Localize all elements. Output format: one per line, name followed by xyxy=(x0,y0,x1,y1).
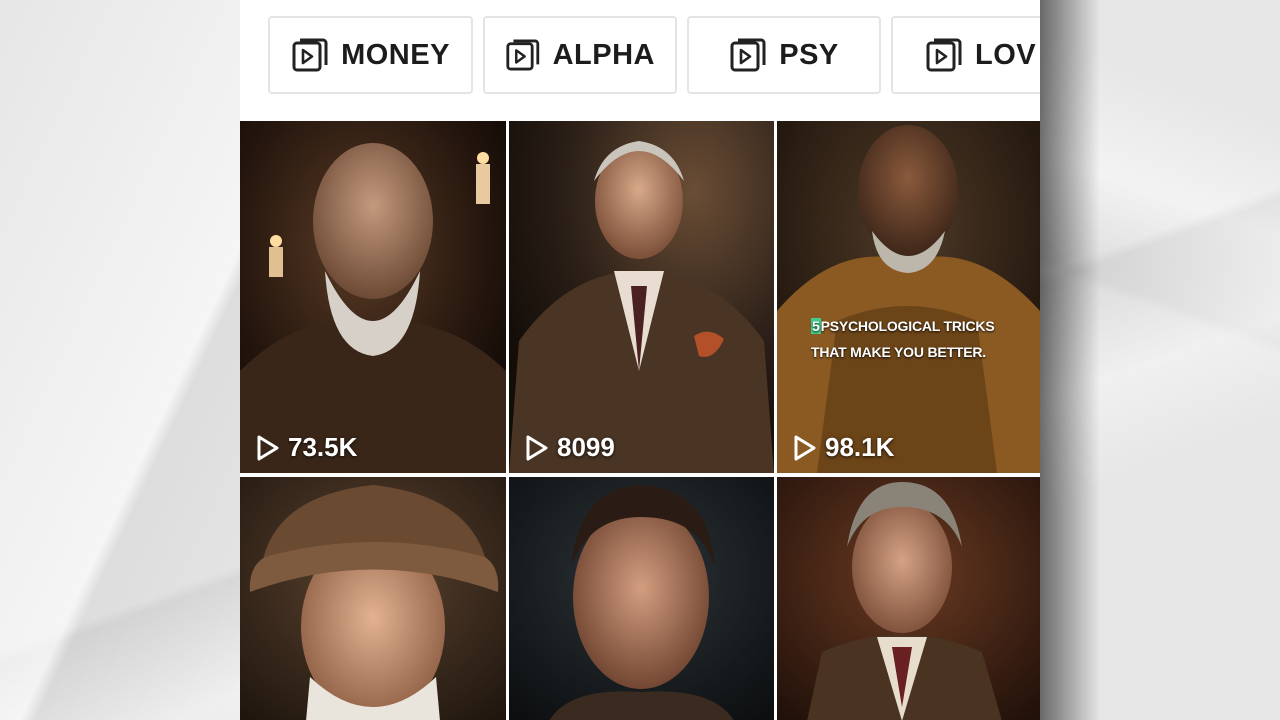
video-thumbnail-2 xyxy=(509,121,774,473)
chip-love-label: LOV xyxy=(975,38,1037,71)
video-tile-3[interactable]: 5PSYCHOLOGICAL TRICKS THAT MAKE YOU BETT… xyxy=(777,121,1040,473)
play-icon xyxy=(794,435,816,460)
category-chip-row: MONEY ALPHA PSY LOV xyxy=(268,16,1040,96)
play-square-icon xyxy=(292,38,328,72)
video-thumbnail-4 xyxy=(240,477,506,720)
play-icon xyxy=(526,435,548,460)
caption-highlight: 5 xyxy=(811,318,821,334)
play-square-icon xyxy=(506,39,540,71)
phone-shadow xyxy=(1040,0,1100,720)
chip-psy[interactable]: PSY xyxy=(687,16,881,94)
chip-love[interactable]: LOV xyxy=(891,16,1040,94)
view-count-value: 73.5K xyxy=(288,432,358,462)
play-square-icon xyxy=(730,38,766,72)
caption-line-1: 5PSYCHOLOGICAL TRICKS xyxy=(811,313,995,339)
video-tile-2[interactable]: 8099 xyxy=(509,121,774,473)
play-icon xyxy=(257,435,279,460)
video-tile-6[interactable] xyxy=(777,477,1040,720)
video-thumbnail-5 xyxy=(509,477,774,720)
play-square-icon xyxy=(926,38,962,72)
video-thumbnail-1 xyxy=(240,121,506,473)
video-tile-1[interactable]: 73.5K xyxy=(240,121,506,473)
chip-alpha[interactable]: ALPHA xyxy=(483,16,677,94)
view-count-value: 98.1K xyxy=(825,432,895,462)
view-count: 8099 xyxy=(525,432,615,463)
chip-money[interactable]: MONEY xyxy=(268,16,473,94)
phone-screen: MONEY ALPHA PSY LOV 73.5K 8099 5PSYCHOLO… xyxy=(240,0,1040,720)
caption-line-1-text: PSYCHOLOGICAL TRICKS xyxy=(820,318,995,334)
video-tile-5[interactable] xyxy=(509,477,774,720)
chip-money-label: MONEY xyxy=(341,38,450,71)
video-grid: 73.5K 8099 5PSYCHOLOGICAL TRICKS THAT MA… xyxy=(240,121,1040,720)
view-count: 73.5K xyxy=(256,432,357,463)
view-count-value: 8099 xyxy=(557,432,615,462)
view-count: 98.1K xyxy=(793,432,894,463)
video-thumbnail-3 xyxy=(777,121,1040,473)
chip-psy-label: PSY xyxy=(779,38,839,71)
video-caption: 5PSYCHOLOGICAL TRICKS THAT MAKE YOU BETT… xyxy=(811,313,995,365)
video-tile-4[interactable] xyxy=(240,477,506,720)
chip-alpha-label: ALPHA xyxy=(552,38,655,71)
video-thumbnail-6 xyxy=(777,477,1040,720)
caption-line-2: THAT MAKE YOU BETTER. xyxy=(811,344,986,360)
